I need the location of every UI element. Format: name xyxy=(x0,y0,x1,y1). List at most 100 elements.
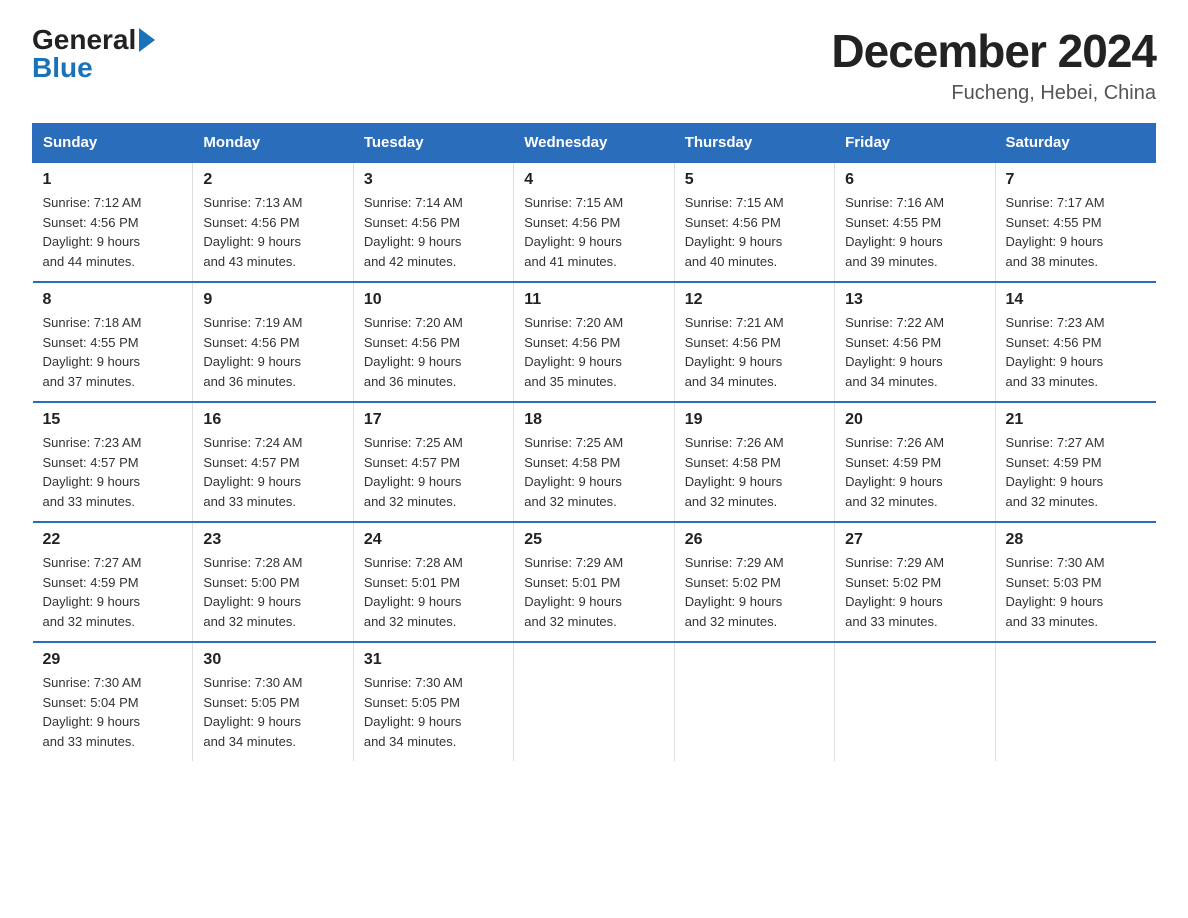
day-number: 12 xyxy=(685,291,824,309)
calendar-week-3: 15 Sunrise: 7:23 AMSunset: 4:57 PMDayligh… xyxy=(33,402,1156,522)
day-info: Sunrise: 7:23 AMSunset: 4:56 PMDaylight:… xyxy=(1006,313,1146,391)
day-cell-3: 3Sunrise: 7:14 AMSunset: 4:56 PMDaylight… xyxy=(353,162,513,282)
day-number: 30 xyxy=(203,651,342,669)
day-number: 11 xyxy=(524,291,663,309)
day-info: Sunrise: 7:20 AMSunset: 4:56 PMDaylight:… xyxy=(524,313,663,391)
calendar-body: 1 Sunrise: 7:12 AMSunset: 4:56 PMDaylight… xyxy=(33,162,1156,761)
day-info: Sunrise: 7:24 AMSunset: 4:57 PMDaylight:… xyxy=(203,433,342,511)
weekday-header-sunday: Sunday xyxy=(33,124,193,163)
day-number: 26 xyxy=(685,531,824,549)
day-info: Sunrise: 7:30 AMSunset: 5:03 PMDaylight:… xyxy=(1006,553,1146,631)
day-info: Sunrise: 7:23 AMSunset: 4:57 PMDaylight:… xyxy=(43,433,183,511)
day-info: Sunrise: 7:29 AMSunset: 5:01 PMDaylight:… xyxy=(524,553,663,631)
day-cell-21: 21 Sunrise: 7:27 AMSunset: 4:59 PMDayligh… xyxy=(995,402,1155,522)
day-number: 19 xyxy=(685,411,824,429)
month-title: December 2024 xyxy=(831,24,1156,78)
day-cell-7: 7 Sunrise: 7:17 AMSunset: 4:55 PMDaylight… xyxy=(995,162,1155,282)
day-cell-9: 9Sunrise: 7:19 AMSunset: 4:56 PMDaylight… xyxy=(193,282,353,402)
day-cell-4: 4 Sunrise: 7:15 AMSunset: 4:56 PMDaylight… xyxy=(514,162,674,282)
day-number: 17 xyxy=(364,411,503,429)
day-number: 24 xyxy=(364,531,503,549)
day-cell-19: 19 Sunrise: 7:26 AMSunset: 4:58 PMDayligh… xyxy=(674,402,834,522)
day-info: Sunrise: 7:29 AMSunset: 5:02 PMDaylight:… xyxy=(845,553,984,631)
day-info: Sunrise: 7:13 AMSunset: 4:56 PMDaylight:… xyxy=(203,193,342,271)
day-cell-25: 25 Sunrise: 7:29 AMSunset: 5:01 PMDayligh… xyxy=(514,522,674,642)
day-number: 25 xyxy=(524,531,663,549)
day-cell-11: 11 Sunrise: 7:20 AMSunset: 4:56 PMDayligh… xyxy=(514,282,674,402)
day-info: Sunrise: 7:30 AMSunset: 5:05 PMDaylight:… xyxy=(364,673,503,751)
day-info: Sunrise: 7:28 AMSunset: 5:00 PMDaylight:… xyxy=(203,553,342,631)
day-info: Sunrise: 7:15 AMSunset: 4:56 PMDaylight:… xyxy=(685,193,824,271)
day-cell-30: 30 Sunrise: 7:30 AMSunset: 5:05 PMDayligh… xyxy=(193,642,353,761)
day-cell-15: 15 Sunrise: 7:23 AMSunset: 4:57 PMDayligh… xyxy=(33,402,193,522)
day-info: Sunrise: 7:27 AMSunset: 4:59 PMDaylight:… xyxy=(1006,433,1146,511)
day-info: Sunrise: 7:14 AMSunset: 4:56 PMDaylight:… xyxy=(364,193,503,271)
calendar-week-1: 1 Sunrise: 7:12 AMSunset: 4:56 PMDaylight… xyxy=(33,162,1156,282)
day-number: 18 xyxy=(524,411,663,429)
day-number: 31 xyxy=(364,651,503,669)
day-cell-22: 22 Sunrise: 7:27 AMSunset: 4:59 PMDayligh… xyxy=(33,522,193,642)
weekday-header-thursday: Thursday xyxy=(674,124,834,163)
page-header: General Blue December 2024 Fucheng, Hebe… xyxy=(32,24,1156,105)
day-cell-20: 20Sunrise: 7:26 AMSunset: 4:59 PMDayligh… xyxy=(835,402,995,522)
day-number: 1 xyxy=(43,171,183,189)
calendar-table: SundayMondayTuesdayWednesdayThursdayFrid… xyxy=(32,123,1156,761)
day-number: 10 xyxy=(364,291,503,309)
day-info: Sunrise: 7:22 AMSunset: 4:56 PMDaylight:… xyxy=(845,313,984,391)
logo-blue-text: Blue xyxy=(32,52,93,84)
calendar-week-2: 8 Sunrise: 7:18 AMSunset: 4:55 PMDaylight… xyxy=(33,282,1156,402)
day-cell-29: 29Sunrise: 7:30 AMSunset: 5:04 PMDayligh… xyxy=(33,642,193,761)
day-cell-17: 17 Sunrise: 7:25 AMSunset: 4:57 PMDayligh… xyxy=(353,402,513,522)
day-cell-5: 5 Sunrise: 7:15 AMSunset: 4:56 PMDaylight… xyxy=(674,162,834,282)
weekday-header-row: SundayMondayTuesdayWednesdayThursdayFrid… xyxy=(33,124,1156,163)
day-cell-14: 14 Sunrise: 7:23 AMSunset: 4:56 PMDayligh… xyxy=(995,282,1155,402)
day-number: 13 xyxy=(845,291,984,309)
day-info: Sunrise: 7:27 AMSunset: 4:59 PMDaylight:… xyxy=(43,553,183,631)
day-info: Sunrise: 7:30 AMSunset: 5:04 PMDaylight:… xyxy=(43,673,183,751)
day-number: 6 xyxy=(845,171,984,189)
day-number: 7 xyxy=(1006,171,1146,189)
empty-cell xyxy=(514,642,674,761)
title-section: December 2024 Fucheng, Hebei, China xyxy=(831,24,1156,105)
weekday-header-monday: Monday xyxy=(193,124,353,163)
day-info: Sunrise: 7:28 AMSunset: 5:01 PMDaylight:… xyxy=(364,553,503,631)
day-info: Sunrise: 7:25 AMSunset: 4:58 PMDaylight:… xyxy=(524,433,663,511)
day-number: 21 xyxy=(1006,411,1146,429)
day-cell-13: 13 Sunrise: 7:22 AMSunset: 4:56 PMDayligh… xyxy=(835,282,995,402)
day-number: 8 xyxy=(43,291,183,309)
day-number: 23 xyxy=(203,531,342,549)
day-info: Sunrise: 7:26 AMSunset: 4:58 PMDaylight:… xyxy=(685,433,824,511)
day-info: Sunrise: 7:21 AMSunset: 4:56 PMDaylight:… xyxy=(685,313,824,391)
day-cell-1: 1 Sunrise: 7:12 AMSunset: 4:56 PMDaylight… xyxy=(33,162,193,282)
day-info: Sunrise: 7:30 AMSunset: 5:05 PMDaylight:… xyxy=(203,673,342,751)
day-cell-18: 18 Sunrise: 7:25 AMSunset: 4:58 PMDayligh… xyxy=(514,402,674,522)
day-number: 16 xyxy=(203,411,342,429)
day-info: Sunrise: 7:18 AMSunset: 4:55 PMDaylight:… xyxy=(43,313,183,391)
location-title: Fucheng, Hebei, China xyxy=(831,82,1156,105)
day-number: 15 xyxy=(43,411,183,429)
day-cell-6: 6Sunrise: 7:16 AMSunset: 4:55 PMDaylight… xyxy=(835,162,995,282)
calendar-week-5: 29Sunrise: 7:30 AMSunset: 5:04 PMDayligh… xyxy=(33,642,1156,761)
day-cell-12: 12 Sunrise: 7:21 AMSunset: 4:56 PMDayligh… xyxy=(674,282,834,402)
day-cell-10: 10 Sunrise: 7:20 AMSunset: 4:56 PMDayligh… xyxy=(353,282,513,402)
day-info: Sunrise: 7:26 AMSunset: 4:59 PMDaylight:… xyxy=(845,433,984,511)
day-info: Sunrise: 7:17 AMSunset: 4:55 PMDaylight:… xyxy=(1006,193,1146,271)
day-number: 5 xyxy=(685,171,824,189)
day-info: Sunrise: 7:12 AMSunset: 4:56 PMDaylight:… xyxy=(43,193,183,271)
day-number: 22 xyxy=(43,531,183,549)
weekday-header-wednesday: Wednesday xyxy=(514,124,674,163)
day-number: 27 xyxy=(845,531,984,549)
day-number: 14 xyxy=(1006,291,1146,309)
day-info: Sunrise: 7:20 AMSunset: 4:56 PMDaylight:… xyxy=(364,313,503,391)
day-cell-24: 24 Sunrise: 7:28 AMSunset: 5:01 PMDayligh… xyxy=(353,522,513,642)
weekday-header-friday: Friday xyxy=(835,124,995,163)
day-info: Sunrise: 7:25 AMSunset: 4:57 PMDaylight:… xyxy=(364,433,503,511)
calendar-week-4: 22 Sunrise: 7:27 AMSunset: 4:59 PMDayligh… xyxy=(33,522,1156,642)
day-info: Sunrise: 7:15 AMSunset: 4:56 PMDaylight:… xyxy=(524,193,663,271)
day-cell-8: 8 Sunrise: 7:18 AMSunset: 4:55 PMDaylight… xyxy=(33,282,193,402)
day-info: Sunrise: 7:29 AMSunset: 5:02 PMDaylight:… xyxy=(685,553,824,631)
logo-arrow-icon xyxy=(139,28,155,52)
day-number: 4 xyxy=(524,171,663,189)
day-cell-28: 28Sunrise: 7:30 AMSunset: 5:03 PMDayligh… xyxy=(995,522,1155,642)
empty-cell xyxy=(674,642,834,761)
